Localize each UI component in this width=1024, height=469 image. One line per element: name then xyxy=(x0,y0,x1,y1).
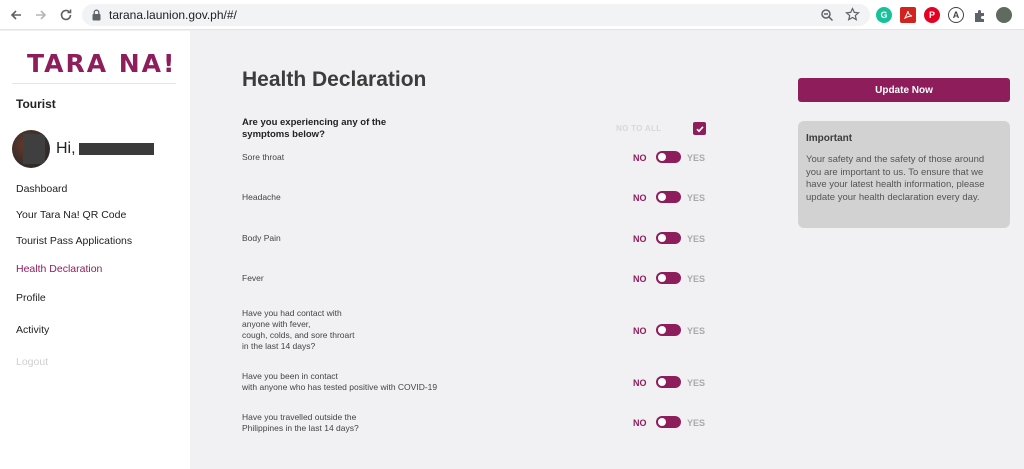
yes-label: YES xyxy=(687,274,706,284)
no-label: NO xyxy=(633,234,647,244)
pdf-extension-icon[interactable] xyxy=(900,7,916,23)
no-label: NO xyxy=(633,153,647,163)
sidebar-item-tourist-pass[interactable]: Tourist Pass Applications xyxy=(16,235,132,247)
symptoms-question: Are you experiencing any of the symptoms… xyxy=(242,117,387,140)
font-extension-icon[interactable]: A xyxy=(948,7,964,23)
browser-toolbar: tarana.launion.gov.ph/#/ G P A xyxy=(0,0,1024,30)
toggle-knob xyxy=(658,234,666,242)
lock-icon xyxy=(92,9,101,21)
forward-icon[interactable] xyxy=(32,6,50,24)
checkmark-icon xyxy=(695,125,704,132)
bookmark-star-icon[interactable] xyxy=(845,7,860,22)
sidebar-item-logout[interactable]: Logout xyxy=(16,356,48,368)
yes-label: YES xyxy=(687,234,706,244)
symptom-label: Have you had contact with anyone with fe… xyxy=(242,308,355,351)
back-icon[interactable] xyxy=(7,6,25,24)
redacted-username xyxy=(79,143,154,155)
symptom-label: Fever xyxy=(242,273,264,283)
sidebar-item-qr-code[interactable]: Your Tara Na! QR Code xyxy=(16,209,126,221)
zoom-icon[interactable] xyxy=(820,8,834,22)
grammarly-extension-icon[interactable]: G xyxy=(876,7,892,23)
greeting: Hi, xyxy=(56,140,76,157)
no-label: NO xyxy=(633,326,647,336)
toggle-knob xyxy=(658,378,666,386)
no-to-all-label: NO TO ALL xyxy=(616,124,662,133)
yes-label: YES xyxy=(687,418,706,428)
avatar xyxy=(12,130,50,168)
sidebar: TARA NA! Tourist Hi, Dashboard Your Tara… xyxy=(0,31,190,469)
sidebar-item-activity[interactable]: Activity xyxy=(16,324,49,336)
symptom-toggle[interactable] xyxy=(656,272,681,284)
sidebar-item-health-declaration[interactable]: Health Declaration xyxy=(16,263,102,275)
user-role: Tourist xyxy=(16,97,56,111)
yes-label: YES xyxy=(687,326,706,336)
notice-title: Important xyxy=(806,133,853,144)
toggle-knob xyxy=(658,326,666,334)
important-notice: Important Your safety and the safety of … xyxy=(798,121,1010,228)
yes-label: YES xyxy=(687,193,706,203)
toggle-knob xyxy=(658,274,666,282)
no-label: NO xyxy=(633,274,647,284)
symptom-toggle[interactable] xyxy=(656,416,681,428)
symptom-label: Sore throat xyxy=(242,152,285,162)
toggle-knob xyxy=(658,153,666,161)
url-text[interactable]: tarana.launion.gov.ph/#/ xyxy=(109,8,237,22)
yes-label: YES xyxy=(687,378,706,388)
no-label: NO xyxy=(633,418,647,428)
notice-body: Your safety and the safety of those arou… xyxy=(806,154,985,203)
symptom-toggle[interactable] xyxy=(656,232,681,244)
update-now-button[interactable]: Update Now xyxy=(798,78,1010,102)
symptom-toggle[interactable] xyxy=(656,151,681,163)
sidebar-item-profile[interactable]: Profile xyxy=(16,292,46,304)
no-label: NO xyxy=(633,378,647,388)
symptom-label: Headache xyxy=(242,192,281,202)
extensions-puzzle-icon[interactable] xyxy=(972,7,988,23)
pinterest-extension-icon[interactable]: P xyxy=(924,7,940,23)
symptom-label: Have you been in contact with anyone who… xyxy=(242,371,438,392)
symptom-toggle[interactable] xyxy=(656,324,681,336)
yes-label: YES xyxy=(687,153,706,163)
no-label: NO xyxy=(633,193,647,203)
symptom-toggle[interactable] xyxy=(656,376,681,388)
page-title: Health Declaration xyxy=(242,68,427,91)
symptom-label: Body Pain xyxy=(242,233,281,243)
toggle-knob xyxy=(658,418,666,426)
divider xyxy=(12,83,176,84)
toggle-knob xyxy=(658,193,666,201)
address-bar[interactable]: tarana.launion.gov.ph/#/ xyxy=(82,4,870,26)
sidebar-item-dashboard[interactable]: Dashboard xyxy=(16,183,67,195)
no-to-all-checkbox[interactable] xyxy=(693,122,706,135)
tarana-logo[interactable]: TARA NA! xyxy=(27,49,176,78)
reload-icon[interactable] xyxy=(57,6,75,24)
profile-avatar-icon[interactable] xyxy=(996,7,1012,23)
symptom-toggle[interactable] xyxy=(656,191,681,203)
symptom-label: Have you travelled outside the Philippin… xyxy=(242,412,359,433)
